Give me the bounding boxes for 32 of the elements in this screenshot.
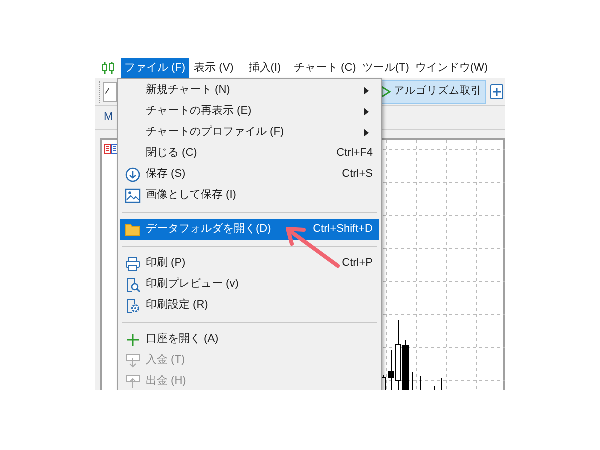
- printer-icon: [125, 256, 141, 272]
- plus-document-icon[interactable]: [490, 84, 504, 100]
- menu-item[interactable]: 閉じる (C) Ctrl+F4: [120, 143, 379, 164]
- plus-icon: [125, 332, 141, 348]
- gear-document-icon: [125, 298, 141, 314]
- menu-item[interactable]: データフォルダを開く(D) Ctrl+Shift+D: [120, 219, 379, 240]
- candlestick: [412, 372, 414, 390]
- menu-bar-item[interactable]: ツール(T): [359, 58, 412, 78]
- menu-item[interactable]: 口座を開く (A): [120, 329, 379, 350]
- magnifier-document-icon: [125, 276, 141, 292]
- candlestick: [420, 376, 422, 390]
- menu-item[interactable]: チャートの再表示 (E): [120, 101, 379, 122]
- menu-item[interactable]: 画像として保存 (I): [120, 185, 379, 206]
- candlestick: [434, 386, 436, 390]
- menu-bar-item[interactable]: 挿入(I): [239, 58, 291, 78]
- menu-item[interactable]: 新規チャート (N): [120, 80, 379, 101]
- menu-bar-item[interactable]: ファイル (F): [121, 58, 189, 78]
- menu-bar-item[interactable]: 表示 (V): [189, 58, 239, 78]
- tab-label[interactable]: M: [104, 109, 114, 126]
- candlestick-logo-icon: [101, 62, 117, 74]
- folder-icon: [125, 222, 141, 238]
- menu-bar-item[interactable]: ウインドウ(W): [412, 58, 492, 78]
- menu-item[interactable]: 印刷 (P) Ctrl+P: [120, 253, 379, 274]
- menu-item[interactable]: 保存 (S) Ctrl+S: [120, 164, 379, 185]
- menu-item[interactable]: チャートのプロファイル (F): [120, 122, 379, 143]
- play-icon: [381, 86, 391, 98]
- download-circle-icon: [125, 166, 141, 182]
- image-icon: [125, 188, 141, 204]
- menu-item[interactable]: 印刷プレビュー (v): [120, 274, 379, 295]
- tray-down-icon: [125, 352, 141, 368]
- menu-item[interactable]: 印刷設定 (R): [120, 295, 379, 316]
- menu-bar-item[interactable]: チャート (C): [291, 58, 360, 78]
